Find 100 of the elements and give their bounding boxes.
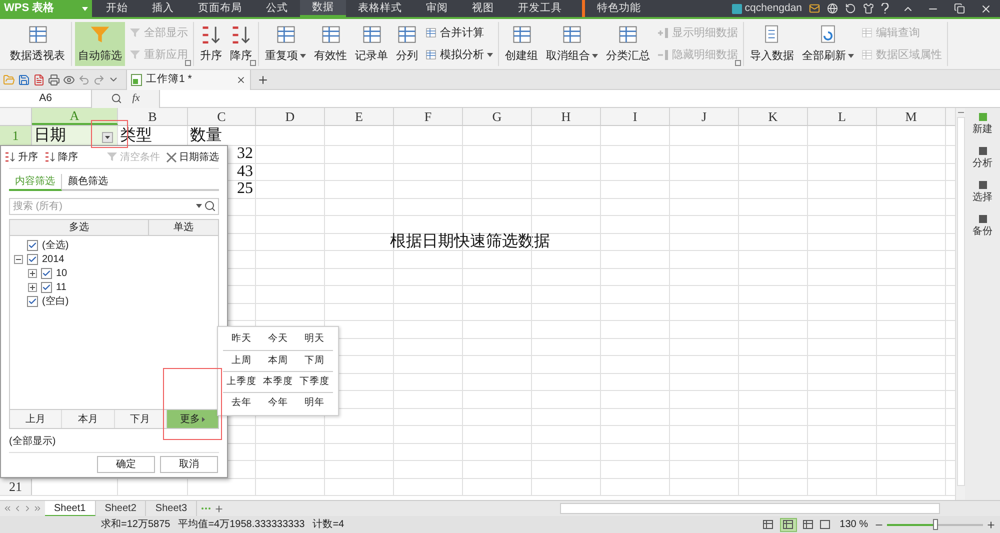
column-header[interactable]: D [256,108,325,125]
column-header[interactable]: G [463,108,532,125]
tree-item-label[interactable]: 11 [56,280,66,294]
document-tab[interactable]: 工作簿1 * [126,70,251,90]
shirt-icon[interactable] [863,3,874,14]
ribbon-button[interactable]: 记录单 [352,22,391,66]
side-panel-button[interactable]: 备份 [972,214,992,239]
menu-tab[interactable]: 公式 [254,0,300,17]
column-header[interactable]: K [739,108,808,125]
ribbon-button[interactable]: 创建组 [502,22,541,66]
preview-icon[interactable] [63,74,75,86]
date-range-option[interactable]: 明天 [296,329,334,350]
slider-thumb[interactable] [933,519,938,530]
column-header[interactable]: C [188,108,256,125]
zoom-icon[interactable] [111,93,122,104]
date-range-option[interactable]: 昨天 [223,329,260,350]
expand-toggle[interactable] [28,282,37,292]
filter-dropdown-button[interactable] [102,132,113,143]
ribbon-button[interactable]: 分列 [393,22,421,66]
date-range-option[interactable]: 明年 [296,393,334,413]
mail-icon[interactable] [809,3,820,14]
row-header[interactable]: 21 [0,478,32,495]
column-header[interactable]: I [601,108,670,125]
ribbon-button[interactable]: 有效性 [311,22,350,66]
sort-button[interactable]: 降序 [44,150,78,164]
help-icon[interactable] [881,3,889,14]
side-panel-button[interactable]: 分析 [972,146,992,171]
quick-filter-button[interactable]: 下月 [114,410,166,428]
column-header[interactable]: M [877,108,946,125]
date-range-option[interactable]: 本周 [260,351,296,371]
ribbon-button[interactable]: 合并计算 [423,24,495,42]
zoom-in-icon[interactable] [986,520,996,530]
date-range-option[interactable]: 今年 [260,393,296,413]
launcher-icon[interactable] [250,60,256,66]
sort-button[interactable]: 升序 [4,150,38,164]
date-range-option[interactable]: 上季度 [223,372,260,392]
date-range-option[interactable]: 本季度 [260,372,296,392]
ribbon-button[interactable]: 取消组合 [543,22,601,66]
column-header[interactable]: H [532,108,601,125]
print-icon[interactable] [48,74,60,86]
tree-item-label[interactable]: 10 [56,266,68,280]
zoom-value[interactable]: 130 % [840,517,868,532]
last-sheet-icon[interactable] [33,504,42,513]
launcher-icon[interactable] [185,60,191,66]
add-sheet-icon[interactable] [214,504,224,514]
ribbon-button[interactable]: 重复项 [262,22,309,66]
menu-tab[interactable]: 开发工具 [506,0,574,17]
quick-filter-button[interactable]: 更多 [166,410,218,428]
date-range-option[interactable]: 下周 [296,351,334,371]
ribbon-button[interactable]: 全部刷新 [799,22,857,66]
expand-toggle[interactable] [28,268,37,278]
column-header[interactable]: L [808,108,877,125]
filter-tab[interactable]: 内容筛选 [9,174,62,191]
checkbox[interactable] [41,282,52,292]
previous-sheet-icon[interactable] [13,504,22,513]
avatar-icon[interactable] [732,4,742,14]
menu-tab[interactable]: 表格样式 [346,0,414,17]
layout-icon[interactable] [820,520,830,529]
column-header[interactable]: B [118,108,188,125]
menu-tab[interactable]: 插入 [140,0,186,17]
checkbox[interactable] [27,296,38,306]
side-panel-button[interactable]: 选择 [972,180,992,205]
pdf-icon[interactable] [33,74,45,86]
date-range-option[interactable]: 今天 [260,329,296,350]
ribbon-button[interactable]: 降序 [227,22,255,66]
quick-filter-button[interactable]: 本月 [61,410,114,428]
horizontal-scrollbar[interactable] [560,503,940,514]
close-icon[interactable] [236,74,246,84]
dialog-button[interactable]: 确定 [97,456,155,473]
tree-item-label[interactable]: (空白) [42,294,69,308]
new-tab-icon[interactable] [257,74,269,86]
sync-icon[interactable] [845,3,856,14]
ribbon-button[interactable]: 升序 [197,22,225,66]
ribbon-button[interactable]: 自动筛选 [75,22,125,66]
first-sheet-icon[interactable] [3,504,12,513]
menu-tab[interactable]: 审阅 [414,0,460,17]
globe-icon[interactable] [827,3,838,14]
quick-filter-button[interactable]: 上月 [10,410,62,428]
ribbon-button[interactable]: 模拟分析 [423,46,495,64]
view-button[interactable] [780,518,797,532]
menu-tab[interactable]: 视图 [460,0,506,17]
ribbon-button[interactable]: 数据透视表 [7,22,68,66]
filter-tab[interactable]: 颜色筛选 [62,174,114,191]
side-panel-button[interactable]: 新建 [972,112,992,137]
zoom-slider[interactable] [887,518,983,530]
search-field[interactable]: 搜索 (所有) [9,198,219,215]
restore-icon[interactable] [954,3,965,14]
column-header[interactable]: F [394,108,463,125]
ribbon-button[interactable]: 导入数据 [747,22,797,66]
close-icon[interactable] [980,2,992,14]
sheet-tab[interactable]: Sheet1 [45,500,96,516]
date-range-option[interactable]: 下季度 [296,372,334,392]
menu-tab[interactable]: 开始 [94,0,140,17]
save-icon[interactable] [18,74,30,86]
checkbox[interactable] [27,240,38,250]
tree-item-label[interactable]: (全选) [42,238,69,252]
user-name[interactable]: cqchengdan [744,0,802,16]
date-range-option[interactable]: 上周 [223,351,260,371]
column-header[interactable]: E [325,108,394,125]
menu-tab[interactable]: 数据 [300,0,346,17]
